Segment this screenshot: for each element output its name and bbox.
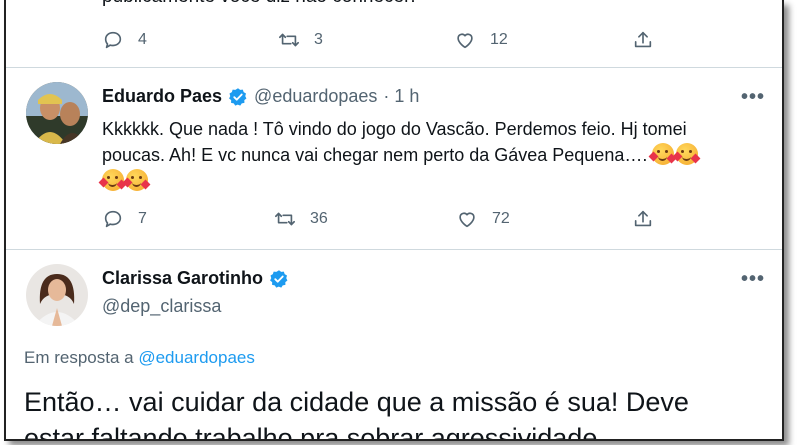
avatar-clarissa-garotinho[interactable]: [26, 264, 88, 326]
reply-to-link[interactable]: @eduardopaes: [138, 348, 255, 367]
tweet-text-line: poucas. Ah! E vc nunca vai chegar nem pe…: [102, 145, 648, 165]
reply-button[interactable]: 7: [102, 208, 147, 230]
smiling-face-with-hearts-icon: [672, 143, 701, 165]
tweet-thread-frame: publicamente você diz não conhecer! 4 3 …: [4, 0, 784, 441]
emoji-line: [98, 168, 772, 194]
reply-prefix: Em resposta a: [24, 348, 134, 367]
avatar-image: [26, 82, 88, 144]
reply-count: 4: [138, 31, 147, 48]
reply-context: Em resposta a @eduardopaes: [24, 348, 255, 368]
like-count: 12: [490, 31, 508, 48]
tweet-text-eduardo: Kkkkkk. Que nada ! Tô vindo do jogo do V…: [98, 116, 772, 194]
reply-icon: [104, 210, 122, 228]
display-name[interactable]: Clarissa Garotinho: [102, 268, 263, 289]
share-button[interactable]: [632, 208, 654, 230]
tweet-text-line: Kkkkkk. Que nada ! Tô vindo do jogo do V…: [102, 119, 687, 139]
tweet-text-line-with-emoji: poucas. Ah! E vc nunca vai chegar nem pe…: [102, 142, 772, 168]
verified-badge-icon: [270, 269, 288, 288]
tweet-text-clarissa: Então… vai cuidar da cidade que a missão…: [24, 384, 782, 441]
smiling-face-with-hearts-icon: [98, 169, 127, 191]
like-button[interactable]: 12: [454, 29, 508, 51]
smiling-face-with-hearts-icon: [122, 169, 151, 191]
tweet-time[interactable]: · 1 h: [383, 86, 419, 107]
like-count: 72: [492, 210, 510, 227]
share-button[interactable]: [632, 29, 654, 51]
display-name[interactable]: Eduardo Paes: [102, 86, 222, 107]
heart-icon: [459, 212, 475, 228]
share-icon: [634, 31, 652, 48]
avatar-eduardo-paes[interactable]: [26, 82, 88, 144]
previous-tweet-text: publicamente você diz não conhecer!: [102, 0, 416, 8]
tweet-text-line: Então… vai cuidar da cidade que a missão…: [24, 387, 689, 417]
retweet-button[interactable]: 3: [278, 29, 323, 51]
retweet-button[interactable]: 36: [274, 208, 328, 230]
user-handle[interactable]: @eduardopaes: [254, 86, 377, 107]
smiling-face-with-hearts-icon: [648, 143, 677, 165]
retweet-count: 3: [314, 31, 323, 48]
tweet-header-eduardo: Eduardo Paes @eduardopaes · 1 h: [102, 86, 419, 107]
reply-button[interactable]: 4: [102, 29, 147, 51]
like-button[interactable]: 72: [456, 208, 510, 230]
divider: [6, 67, 782, 68]
retweet-count: 36: [310, 210, 328, 227]
user-handle[interactable]: @dep_clarissa: [102, 296, 221, 317]
retweet-icon: [275, 212, 295, 226]
previous-tweet-actions: 4 3 12: [102, 29, 662, 55]
tweet-text-line: estar faltando trabalho pra sobrar agres…: [24, 423, 598, 441]
share-icon: [634, 210, 652, 227]
retweet-icon: [279, 33, 299, 47]
more-options-icon[interactable]: •••: [741, 268, 765, 291]
heart-icon: [457, 33, 473, 49]
tweet-actions-eduardo: 7 36 72: [102, 208, 662, 234]
reply-count: 7: [138, 210, 147, 227]
more-options-icon[interactable]: •••: [741, 86, 765, 109]
avatar-image: [26, 264, 88, 326]
reply-icon: [104, 31, 122, 49]
tweet-header-clarissa: Clarissa Garotinho: [102, 268, 289, 289]
verified-badge-icon: [229, 87, 247, 106]
divider: [6, 249, 782, 250]
